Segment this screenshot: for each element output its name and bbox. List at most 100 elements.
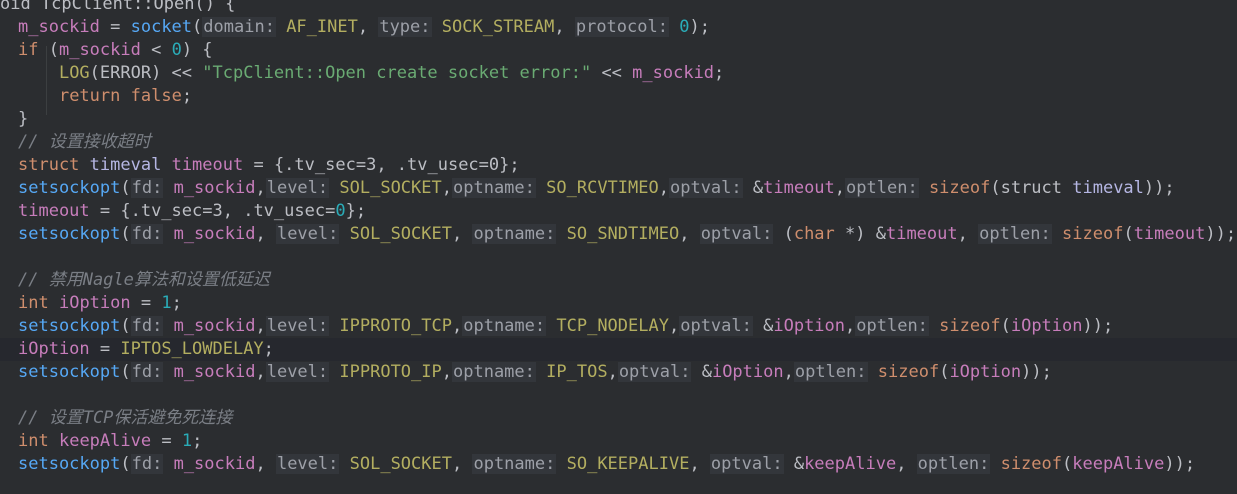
code-token: sizeof xyxy=(1000,454,1062,474)
code-token: , xyxy=(255,454,276,474)
code-token: *) & xyxy=(834,224,886,244)
code-line[interactable] xyxy=(0,384,18,407)
code-token: keepAlive xyxy=(804,454,897,474)
code-token: 1 xyxy=(161,293,172,313)
code-token: }; xyxy=(499,155,520,175)
code-line[interactable]: setsockopt(fd: m_sockid,level: IPPROTO_I… xyxy=(0,361,1052,384)
code-token: )); xyxy=(1021,362,1052,382)
code-token: , xyxy=(441,362,452,382)
code-token: , xyxy=(451,454,473,474)
code-token: m_sockid xyxy=(173,178,256,198)
code-token: 3 xyxy=(366,155,377,175)
code-token: << xyxy=(591,63,633,83)
code-token: m_sockid xyxy=(173,224,256,244)
code-editor[interactable]: oid TcpClient::Open() {m_sockid = socket… xyxy=(0,0,1237,494)
code-token: = xyxy=(151,431,182,451)
code-token: & xyxy=(783,454,805,474)
code-token: = xyxy=(99,17,131,37)
code-line[interactable]: setsockopt(fd: m_sockid, level: SOL_SOCK… xyxy=(0,453,1195,476)
code-line[interactable]: struct timeval timeout = {.tv_sec=3, .tv… xyxy=(0,154,520,177)
parameter-hint: type: xyxy=(378,17,432,37)
parameter-hint: level: xyxy=(265,316,330,336)
code-token: ( xyxy=(1000,316,1011,336)
code-line[interactable] xyxy=(0,246,18,269)
parameter-hint: optname: xyxy=(452,362,536,382)
code-token: )); xyxy=(1164,454,1196,474)
code-token: int xyxy=(18,293,49,313)
code-line[interactable]: oid TcpClient::Open() { xyxy=(0,0,235,16)
code-comment: // 设置TCP保活避免死连接 xyxy=(18,408,233,428)
code-token: (struct xyxy=(990,178,1073,198)
code-token: 1 xyxy=(181,431,193,451)
code-token: SO_KEEPALIVE xyxy=(566,454,690,474)
code-token: m_sockid xyxy=(18,17,100,37)
code-token: timeout xyxy=(171,155,244,175)
code-token: timeval xyxy=(1072,178,1144,198)
code-token: IPTOS_LOWDELAY xyxy=(120,339,264,359)
code-token: sizeof xyxy=(928,178,991,198)
code-line[interactable]: setsockopt(fd: m_sockid, level: SOL_SOCK… xyxy=(0,223,1236,246)
code-token: keepAlive xyxy=(58,431,152,451)
code-token: )); xyxy=(1205,224,1237,244)
parameter-hint: optname: xyxy=(472,224,557,244)
code-line[interactable]: } xyxy=(0,108,28,131)
code-line[interactable]: setsockopt(fd: m_sockid,level: SOL_SOCKE… xyxy=(0,177,1175,200)
code-token: timeval xyxy=(89,155,162,175)
code-line[interactable]: setsockopt(fd: m_sockid,level: IPPROTO_T… xyxy=(0,315,1113,338)
code-token: 0 xyxy=(171,40,182,60)
code-token: return xyxy=(58,86,121,106)
code-line[interactable]: if (m_sockid < 0) { xyxy=(0,39,213,62)
code-token: , xyxy=(255,178,266,198)
code-line[interactable]: iOption = IPTOS_LOWDELAY; xyxy=(0,338,1237,361)
code-line[interactable]: // 设置TCP保活避免死连接 xyxy=(0,407,232,430)
code-token: ( xyxy=(1062,454,1073,474)
code-token: iOption xyxy=(18,339,90,359)
code-token: if xyxy=(18,40,39,60)
code-token: ( xyxy=(120,316,131,336)
code-token: setsockopt xyxy=(18,316,121,336)
code-token: , xyxy=(451,316,463,336)
code-token: , xyxy=(834,178,846,198)
code-line[interactable]: int iOption = 1; xyxy=(0,292,182,315)
code-line[interactable]: LOG(ERROR) << "TcpClient::Open create so… xyxy=(0,62,724,85)
code-token: false xyxy=(130,86,182,106)
code-token: }; xyxy=(345,201,367,221)
code-line[interactable]: timeout = {.tv_sec=3, .tv_usec=0}; xyxy=(0,200,366,223)
parameter-hint: domain: xyxy=(202,17,276,37)
code-token: iOption xyxy=(773,316,846,336)
code-token: AF_INET xyxy=(286,17,358,37)
code-token: SOL_SOCKET xyxy=(349,224,452,244)
code-token: ; xyxy=(714,63,725,83)
parameter-hint: level: xyxy=(275,454,340,474)
code-token: m_sockid xyxy=(632,63,715,83)
code-line[interactable]: // 禁用Nagle算法和设置低延迟 xyxy=(0,269,270,292)
code-token: , xyxy=(255,362,266,382)
parameter-hint: optlen: xyxy=(793,362,868,382)
parameter-hint: optlen: xyxy=(978,224,1052,244)
code-token: iOption xyxy=(58,293,131,313)
code-line[interactable]: int keepAlive = 1; xyxy=(0,430,202,453)
code-line[interactable]: return false; xyxy=(0,85,192,108)
code-line[interactable]: m_sockid = socket(domain: AF_INET, type:… xyxy=(0,16,710,39)
code-token: ( xyxy=(192,17,203,37)
code-token: iOption xyxy=(1010,316,1083,336)
code-line[interactable]: // 设置接收超时 xyxy=(0,131,151,154)
code-token: setsockopt xyxy=(18,178,121,198)
code-token: , xyxy=(357,17,379,37)
code-token: )); xyxy=(1143,178,1175,198)
code-token: 0 xyxy=(679,17,690,37)
parameter-hint: optval: xyxy=(699,224,774,244)
code-token: , xyxy=(689,454,710,474)
